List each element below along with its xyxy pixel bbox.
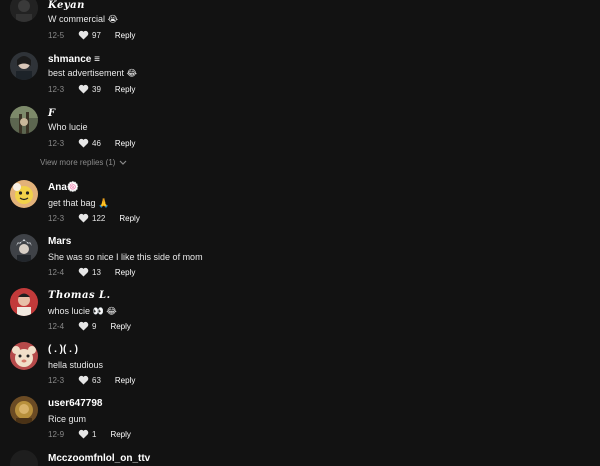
like-count: 63 [92,375,101,385]
avatar[interactable] [10,288,38,316]
comment-text: best advertisement 😂 [48,68,138,78]
avatar[interactable] [10,234,38,262]
comment-meta: 12-3 39 Reply [48,84,135,94]
comment-username[interactable]: F [48,108,56,119]
comment-date: 12-9 [48,429,65,439]
comment-text: She was so nice I like this side of mom [48,252,203,262]
comment-username[interactable]: Thomas L. [48,290,111,301]
comment-username[interactable]: Mcczoomfnlol_on_ttv [48,453,150,464]
comment-text: get that bag 🙏 [48,198,110,208]
view-more-label: View more replies (1) [40,158,116,167]
avatar[interactable] [10,52,38,80]
comment-meta: 12-4 13 Reply [48,267,135,277]
like-count: 97 [92,30,101,40]
comment-text: hella studious [48,360,104,370]
comment-date: 12-4 [48,321,65,331]
chevron-down-icon [120,160,127,165]
heart-icon[interactable] [78,429,89,439]
comment-meta: 12-3 122 Reply [48,213,140,223]
reply-button[interactable]: Reply [110,322,130,331]
avatar[interactable] [10,0,38,22]
comment-date: 12-3 [48,138,65,148]
comment-username[interactable]: ( . )( . ) [48,344,78,355]
comment-text: whos lucie 👀 😂 [48,306,117,316]
comment-text: Rice gum [48,414,87,424]
avatar[interactable] [10,450,38,466]
comment-meta: 12-3 46 Reply [48,138,135,148]
reply-button[interactable]: Reply [119,214,139,223]
comment-username[interactable]: Keyan [48,0,85,11]
reply-button[interactable]: Reply [115,31,135,40]
comment-meta: 12-5 97 Reply [48,30,135,40]
avatar[interactable] [10,396,38,424]
comment-text: Who lucie [48,122,88,132]
reply-button[interactable]: Reply [115,139,135,148]
comment-date: 12-4 [48,267,65,277]
view-more-replies-button[interactable]: View more replies (1) [40,158,127,167]
heart-icon[interactable] [78,138,89,148]
comment-meta: 12-3 63 Reply [48,375,135,385]
like-count: 46 [92,138,101,148]
heart-icon[interactable] [78,213,89,223]
comment-username[interactable]: user647798 [48,398,103,409]
avatar[interactable] [10,106,38,134]
heart-icon[interactable] [78,267,89,277]
avatar[interactable] [10,180,38,208]
avatar[interactable] [10,342,38,370]
reply-button[interactable]: Reply [115,85,135,94]
comment-date: 12-3 [48,84,65,94]
reply-button[interactable]: Reply [115,268,135,277]
like-count: 122 [92,213,106,223]
comment-date: 12-5 [48,30,65,40]
comment-date: 12-3 [48,375,65,385]
reply-button[interactable]: Reply [110,430,130,439]
comment-meta: 12-9 1 Reply [48,429,131,439]
like-count: 13 [92,267,101,277]
heart-icon[interactable] [78,30,89,40]
comment-username[interactable]: Ana🍥 [48,182,79,193]
comment-username[interactable]: shmance ≡ [48,54,100,65]
comment-meta: 12-4 9 Reply [48,321,131,331]
comment-text: W commercial 😭 [48,14,119,24]
heart-icon[interactable] [78,84,89,94]
heart-icon[interactable] [78,321,89,331]
like-count: 9 [92,321,97,331]
reply-button[interactable]: Reply [115,376,135,385]
comments-panel: Keyan W commercial 😭 12-5 97 Reply shman… [0,0,600,466]
comment-date: 12-3 [48,213,65,223]
like-count: 1 [92,429,97,439]
heart-icon[interactable] [78,375,89,385]
like-count: 39 [92,84,101,94]
comment-username[interactable]: Mars [48,236,71,247]
